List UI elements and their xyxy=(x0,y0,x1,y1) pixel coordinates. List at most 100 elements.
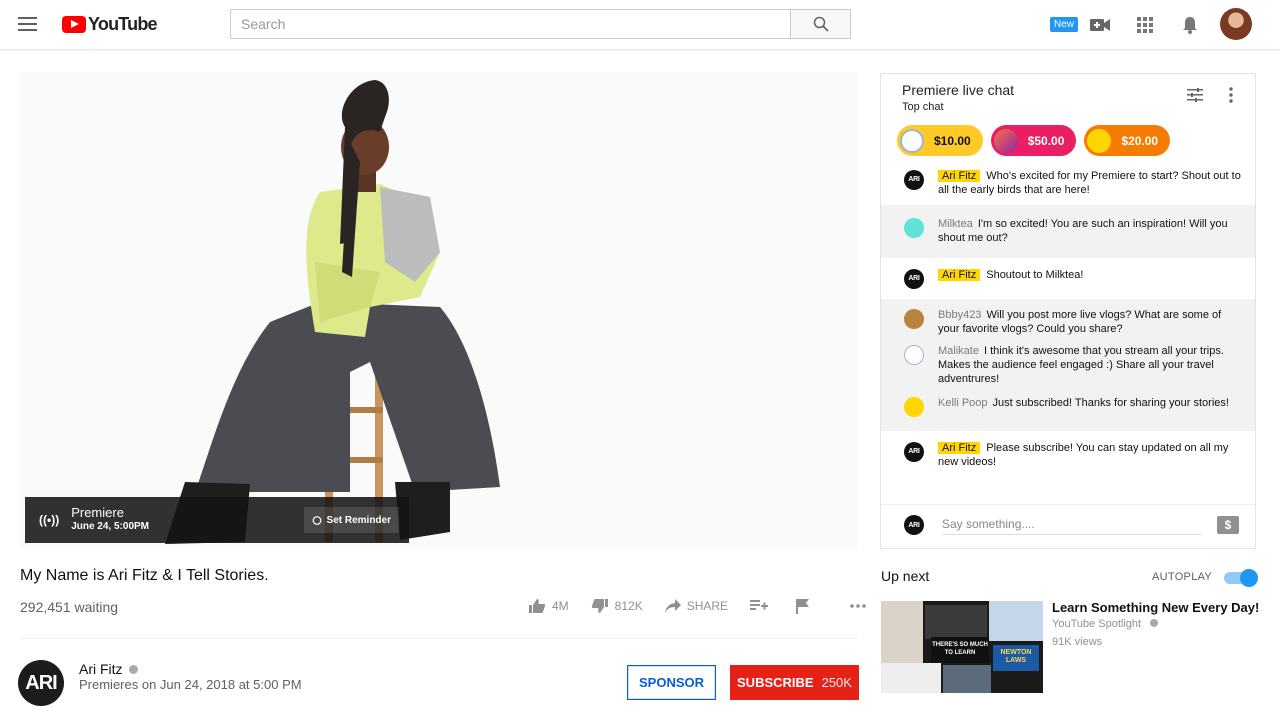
message-author[interactable]: Malikate xyxy=(938,345,979,357)
recommended-views: 91K views xyxy=(1052,636,1103,648)
channel-avatar[interactable]: ARI xyxy=(18,660,64,706)
report-button[interactable] xyxy=(796,598,816,614)
ticker-avatar xyxy=(900,128,924,153)
message-author[interactable]: Bbby423 xyxy=(938,309,981,321)
message-author[interactable]: Ari Fitz xyxy=(938,170,981,182)
chat-message: Malikate I think it's awesome that you st… xyxy=(881,344,1255,394)
logo-text: YouTube xyxy=(88,14,158,34)
user-avatar xyxy=(904,345,924,365)
search-input[interactable] xyxy=(230,9,791,39)
create-video-icon[interactable] xyxy=(1089,14,1111,36)
ticker-avatar xyxy=(1087,128,1112,153)
ticker-amount: $20.00 xyxy=(1121,133,1159,148)
alarm-icon xyxy=(312,516,321,525)
channel-name[interactable]: Ari Fitz xyxy=(79,661,123,677)
subscribe-button[interactable]: SUBSCRIBE 250K xyxy=(730,665,859,700)
chat-message: ARI Ari Fitz Please subscribe! You can st… xyxy=(881,431,1255,477)
chat-message-group: Bbby423 Will you post more live vlogs? Wh… xyxy=(881,299,1255,431)
video-thumbnail-person xyxy=(165,80,500,544)
thumbs-up-icon xyxy=(529,599,546,613)
message-text: Who's excited for my Premiere to start? … xyxy=(938,170,1241,196)
set-reminder-button[interactable]: Set Reminder xyxy=(303,507,399,533)
super-chat-dollar-icon[interactable]: $ xyxy=(1217,516,1239,534)
share-label: SHARE xyxy=(686,599,729,613)
super-chat-ticker[interactable]: $10.00 xyxy=(897,125,983,156)
share-button[interactable]: SHARE xyxy=(664,599,729,613)
top-bar: YouTube New xyxy=(0,0,1280,50)
more-actions-button[interactable] xyxy=(850,604,872,608)
recommended-channel[interactable]: YouTube Spotlight xyxy=(1052,618,1141,630)
apps-grid-icon[interactable] xyxy=(1134,14,1156,36)
thumbs-down-icon xyxy=(591,599,608,613)
video-player[interactable]: ((•)) Premiere June 24, 5:00PM Set Remin… xyxy=(20,72,858,548)
user-avatar xyxy=(904,309,924,329)
ari-avatar: ARI xyxy=(904,442,924,462)
user-avatar[interactable] xyxy=(1220,8,1252,40)
like-button[interactable]: 4M xyxy=(528,598,569,614)
verified-icon xyxy=(1150,619,1159,627)
chat-messages: ARI Ari Fitz Who's excited for my Premier… xyxy=(881,162,1255,477)
verified-icon xyxy=(128,665,138,674)
message-text: Please subscribe! You can stay updated o… xyxy=(938,442,1229,468)
message-author[interactable]: Ari Fitz xyxy=(938,269,981,281)
sponsor-button[interactable]: SPONSOR xyxy=(627,665,716,700)
recommended-video-title[interactable]: Learn Something New Every Day! xyxy=(1052,600,1259,615)
notifications-bell-icon[interactable] xyxy=(1179,14,1201,36)
new-badge: New xyxy=(1050,17,1079,32)
live-broadcast-icon: ((•)) xyxy=(39,513,60,527)
message-author[interactable]: Kelli Poop xyxy=(938,397,988,409)
super-chat-ticker[interactable]: $20.00 xyxy=(1084,125,1171,156)
message-text: Just subscribed! Thanks for sharing your… xyxy=(992,397,1229,409)
premiere-date: June 24, 5:00PM xyxy=(71,521,149,532)
waiting-count: 292,451 waiting xyxy=(20,599,119,615)
subscriber-count: 250K xyxy=(821,675,852,690)
chat-input-avatar: ARI xyxy=(904,515,924,535)
share-icon xyxy=(664,599,681,613)
youtube-play-icon xyxy=(62,16,86,33)
message-author[interactable]: Ari Fitz xyxy=(938,442,981,454)
chat-message: ARI Ari Fitz Who's excited for my Premier… xyxy=(881,162,1255,205)
more-vertical-icon[interactable] xyxy=(1229,87,1233,108)
chat-input-row: ARI $ xyxy=(881,504,1255,548)
up-next-label: Up next xyxy=(881,568,930,584)
autoplay-label: AUTOPLAY xyxy=(1152,571,1213,583)
super-chat-tickers: $10.00 $50.00 $20.00 xyxy=(897,125,1178,156)
add-to-playlist-button[interactable] xyxy=(750,599,774,613)
more-horizontal-icon xyxy=(850,604,866,608)
set-reminder-label: Set Reminder xyxy=(326,514,391,526)
recommended-video-thumbnail[interactable]: THERE'S SO MUCH TO LEARN NEWTON LAWS xyxy=(881,601,1043,693)
search-button[interactable] xyxy=(790,9,851,39)
toggle-knob xyxy=(1240,569,1258,587)
dislike-button[interactable]: 812K xyxy=(591,598,643,614)
ticker-amount: $10.00 xyxy=(934,133,971,148)
channel-name-row: Ari Fitz xyxy=(79,661,138,677)
like-count: 4M xyxy=(552,599,569,613)
search-icon xyxy=(813,16,829,32)
premiere-label: Premiere xyxy=(71,505,124,520)
youtube-logo[interactable]: YouTube xyxy=(62,14,158,35)
thumbnail-caption-2: NEWTON LAWS xyxy=(993,645,1039,671)
message-author[interactable]: Milktea xyxy=(938,218,973,230)
menu-icon[interactable] xyxy=(18,17,37,31)
user-avatar xyxy=(904,218,924,238)
subscribe-label: SUBSCRIBE xyxy=(737,675,814,690)
ticker-amount: $50.00 xyxy=(1027,133,1065,148)
thumbnail-caption: THERE'S SO MUCH TO LEARN xyxy=(931,637,989,663)
message-text: Shoutout to Milktea! xyxy=(986,269,1084,281)
message-text: I'm so excited! You are such an inspirat… xyxy=(938,218,1228,244)
chat-title: Premiere live chat xyxy=(902,82,1015,98)
divider xyxy=(20,638,858,639)
chat-message-input[interactable] xyxy=(942,513,1202,535)
playlist-add-icon xyxy=(750,600,769,610)
super-chat-ticker[interactable]: $50.00 xyxy=(990,125,1077,156)
live-chat-panel: Premiere live chat Top chat $10.00 $50.0… xyxy=(880,73,1256,549)
video-title: My Name is Ari Fitz & I Tell Stories. xyxy=(20,567,269,584)
chat-mode-dropdown[interactable]: Top chat xyxy=(902,101,944,113)
chat-message: Milktea I'm so excited! You are such an i… xyxy=(881,205,1255,258)
chat-settings-icon[interactable] xyxy=(1187,88,1203,107)
ticker-avatar xyxy=(993,128,1018,153)
recommended-channel-row: YouTube Spotlight xyxy=(1052,618,1159,630)
autoplay-toggle[interactable] xyxy=(1224,569,1258,587)
message-text: I think it's awesome that you stream all… xyxy=(938,345,1224,385)
chat-message: Bbby423 Will you post more live vlogs? Wh… xyxy=(881,300,1255,344)
